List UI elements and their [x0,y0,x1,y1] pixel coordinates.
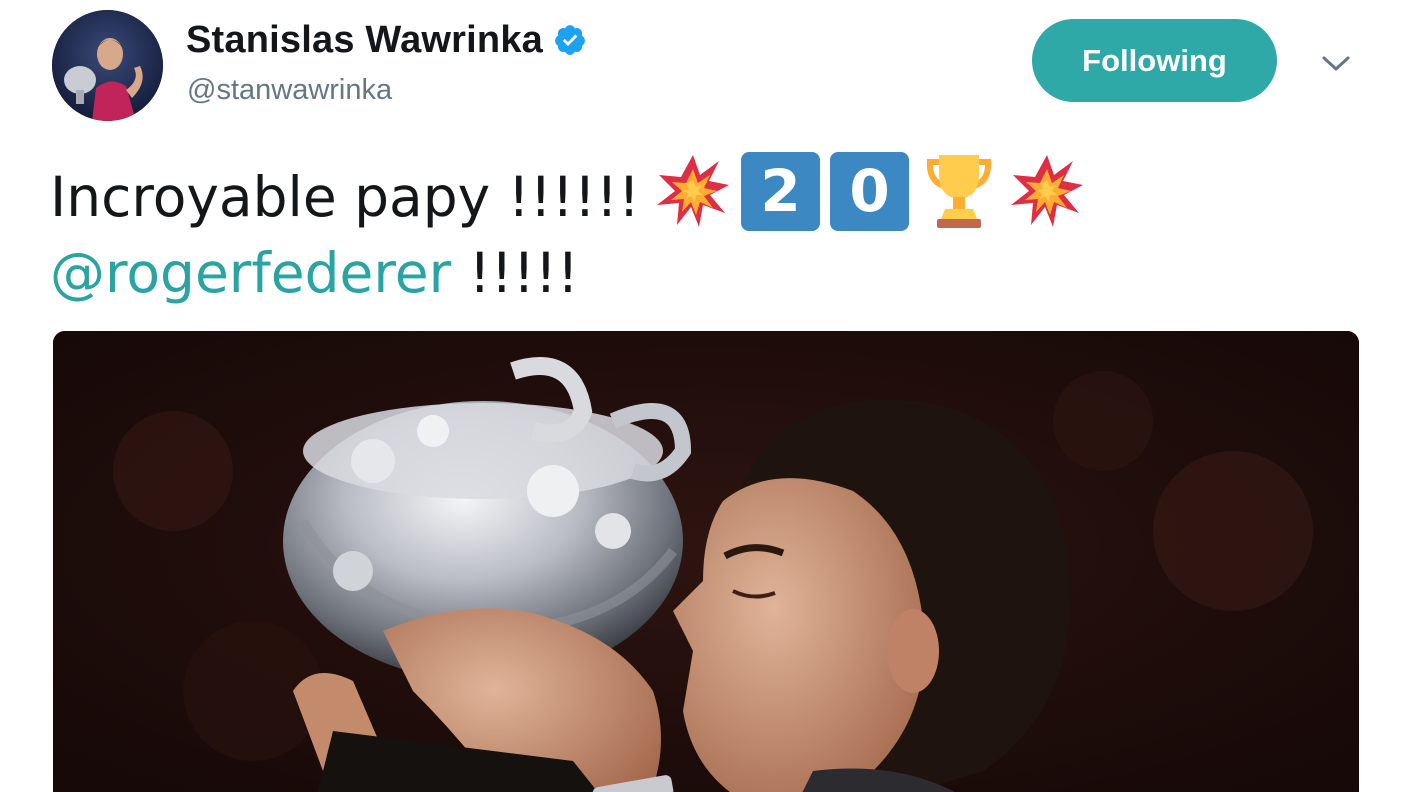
chevron-down-icon[interactable] [1318,48,1354,78]
tweet-text: Incroyable papy !!!!!! [50,165,640,229]
keycap-0: 0 [830,151,909,231]
trophy-icon [926,155,992,228]
emoji-row: 2 0 [655,150,1095,232]
keycap-2: 2 [741,151,820,231]
tweet-card: Stanislas Wawrinka @stanwawrinka Followi… [0,0,1408,792]
avatar[interactable] [52,10,163,121]
tweet-text-suffix: !!!!! [451,241,579,305]
user-handle[interactable]: @stanwawrinka [187,74,392,107]
tweet-photo[interactable] [53,331,1359,792]
name-row: Stanislas Wawrinka [186,18,587,62]
following-button[interactable]: Following [1032,19,1277,102]
display-name[interactable]: Stanislas Wawrinka [186,19,543,62]
mention-link[interactable]: @rogerfederer [50,241,451,305]
tweet-text-line-2: @rogerfederer !!!!! [50,246,579,301]
tweet-text-line-1: Incroyable papy !!!!!! [50,170,640,225]
collision-icon [1011,155,1083,227]
collision-icon [657,155,729,227]
verified-badge-icon [555,25,585,55]
